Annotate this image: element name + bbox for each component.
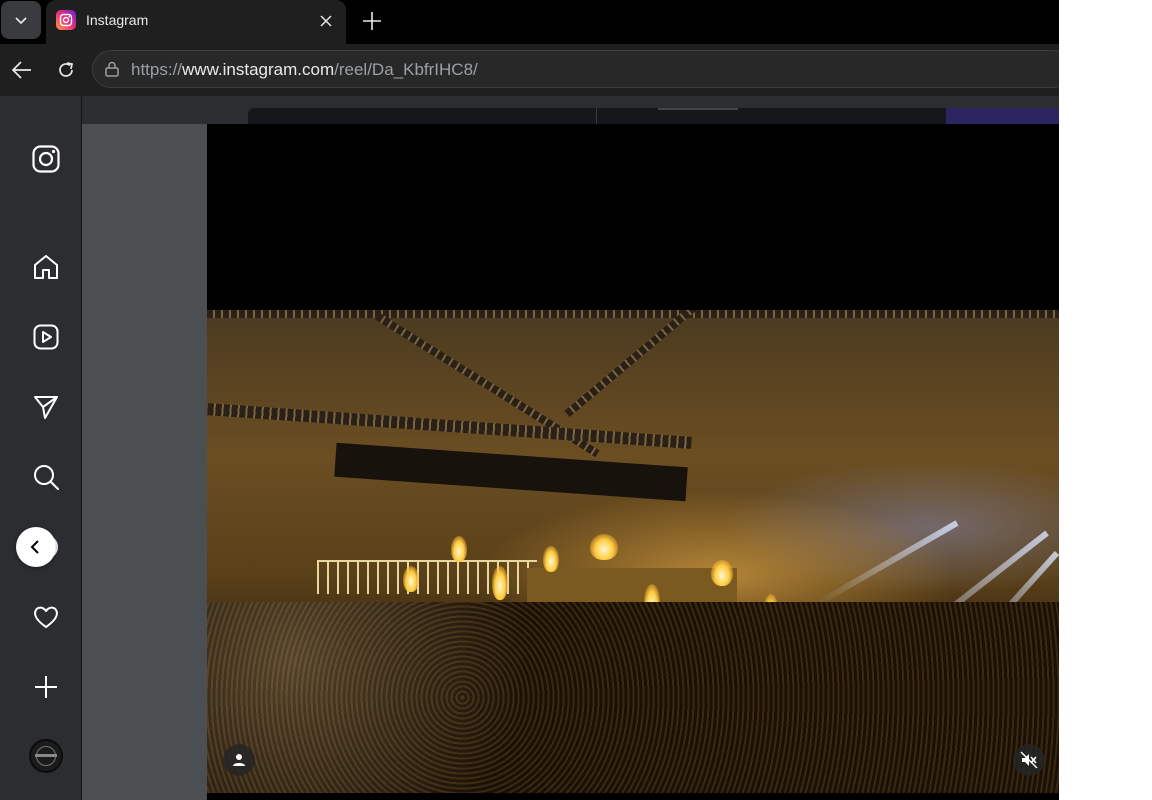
reload-icon (59, 62, 74, 77)
sidebar-item-reels[interactable] (28, 319, 64, 355)
browser-window: Instagram https://www.instagram.com/reel… (0, 0, 1059, 800)
close-icon (320, 15, 332, 27)
pyro-flame (492, 566, 508, 600)
strip-divider (596, 108, 597, 124)
new-tab-button[interactable] (357, 6, 387, 36)
previous-reel-button[interactable] (16, 527, 56, 567)
stage-truss (207, 310, 1059, 318)
close-tab-button[interactable] (316, 11, 336, 31)
instagram-logo-icon (32, 145, 60, 173)
create-plus-icon (35, 676, 57, 698)
notifications-heart-icon (34, 606, 58, 628)
previous-reel-strip (248, 108, 1059, 124)
strip-thumbnail (946, 108, 1059, 124)
tagged-users-button[interactable] (223, 744, 255, 776)
url-path: /reel/Da_KbfrIHC8/ (334, 60, 478, 79)
plus-icon (363, 12, 381, 30)
search-icon (34, 465, 59, 490)
sidebar-item-instagram[interactable] (28, 141, 64, 177)
stage-truss (564, 310, 769, 418)
reel-side-panel (82, 124, 207, 800)
tab-strip: Instagram (0, 0, 1059, 44)
arrow-left-icon (11, 61, 31, 79)
pyro-flame (403, 566, 419, 592)
url-protocol: https:// (131, 60, 183, 79)
avatar-bar (35, 754, 57, 757)
chevron-left-icon (30, 540, 39, 554)
chevron-down-icon (15, 17, 27, 25)
pyro-flame (451, 536, 467, 562)
url-host: www.instagram.com (182, 60, 335, 79)
tab-search-button[interactable] (1, 1, 41, 39)
pyro-flame (543, 546, 559, 572)
back-button[interactable] (8, 56, 36, 84)
site-info-icon[interactable] (103, 60, 121, 78)
sidebar-nav (0, 96, 82, 800)
sidebar-item-search[interactable] (28, 459, 64, 495)
sidebar-item-notifications[interactable] (28, 599, 64, 635)
sidebar-item-messages[interactable] (28, 389, 64, 425)
tab-title: Instagram (86, 12, 149, 28)
instagram-page (0, 96, 1059, 800)
reels-icon (33, 324, 59, 350)
sidebar-item-create[interactable] (28, 669, 64, 705)
browser-toolbar: https://www.instagram.com/reel/Da_KbfrIH… (0, 44, 1059, 96)
stage-truss (207, 403, 692, 449)
user-icon (233, 754, 245, 766)
reel-video-player[interactable] (207, 124, 1059, 800)
address-bar[interactable]: https://www.instagram.com/reel/Da_KbfrIH… (92, 50, 1059, 88)
strip-indicator (658, 108, 738, 110)
speaker-muted-icon (1020, 751, 1038, 769)
pyro-flame (711, 560, 733, 586)
tab-instagram[interactable]: Instagram (46, 0, 346, 44)
crowd (207, 602, 1059, 793)
lighting-rig (334, 442, 688, 502)
pyro-flame (590, 534, 618, 560)
instagram-favicon-icon (56, 10, 76, 30)
profile-avatar[interactable] (29, 739, 63, 773)
sidebar-item-home[interactable] (28, 249, 64, 285)
messages-icon (34, 396, 58, 419)
light-beam (816, 520, 959, 606)
home-icon (34, 255, 58, 279)
url-text[interactable]: https://www.instagram.com/reel/Da_KbfrIH… (131, 60, 478, 80)
video-frame (207, 310, 1059, 793)
mute-toggle-button[interactable] (1013, 744, 1045, 776)
reload-button[interactable] (52, 56, 80, 84)
